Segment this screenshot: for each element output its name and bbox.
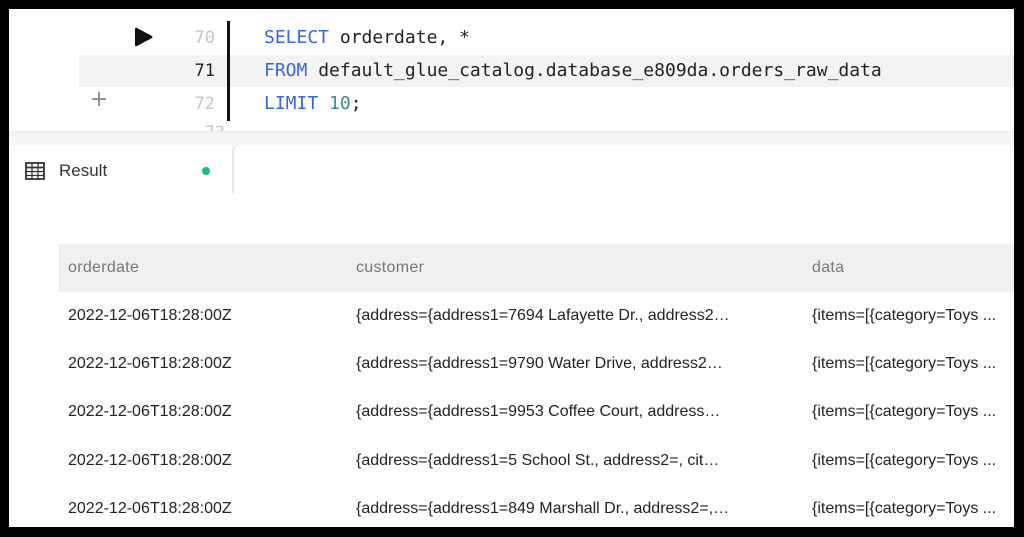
cell-data[interactable]: {items=[{category=Toys ... — [812, 437, 1014, 485]
table-row[interactable]: 2022-12-06T18:28:00Z {address={address1=… — [59, 388, 1014, 436]
sql-keyword: LIMIT — [264, 93, 319, 114]
column-header-customer[interactable]: customer — [356, 244, 796, 292]
cell-data[interactable]: {items=[{category=Toys ... — [812, 485, 1014, 527]
table-row[interactable]: 2022-12-06T18:28:00Z {address={address1=… — [59, 340, 1014, 388]
line-number: 71 — [194, 61, 215, 81]
status-dot — [202, 167, 210, 175]
column-header-orderdate[interactable]: orderdate — [68, 244, 338, 292]
cell-orderdate[interactable]: 2022-12-06T18:28:00Z — [68, 437, 338, 485]
table-header: orderdate customer data — [59, 244, 1014, 292]
table-row[interactable]: 2022-12-06T18:28:00Z {address={address1=… — [59, 437, 1014, 485]
cell-orderdate[interactable]: 2022-12-06T18:28:00Z — [68, 388, 338, 436]
cell-customer[interactable]: {address={address1=9790 Water Drive, add… — [356, 340, 796, 388]
cell-data[interactable]: {items=[{category=Toys ... — [812, 292, 1014, 340]
code-text[interactable]: LIMIT 10; — [264, 88, 362, 120]
screenshot-frame: 70 SELECT orderdate, * 71 FROM default_g… — [0, 0, 1024, 537]
line-number: 70 — [194, 28, 215, 48]
cell-orderdate[interactable]: 2022-12-06T18:28:00Z — [68, 340, 338, 388]
result-tab-bar: Result — [9, 131, 1014, 194]
sql-text: ; — [350, 93, 362, 114]
sql-text: orderdate, * — [329, 27, 470, 48]
table-row[interactable]: 2022-12-06T18:28:00Z {address={address1=… — [59, 292, 1014, 340]
cell-data[interactable]: {items=[{category=Toys ... — [812, 388, 1014, 436]
sql-keyword: SELECT — [264, 27, 330, 48]
column-header-data[interactable]: data — [812, 244, 1014, 292]
table-row[interactable]: 2022-12-06T18:28:00Z {address={address1=… — [59, 485, 1014, 527]
cell-orderdate[interactable]: 2022-12-06T18:28:00Z — [68, 292, 338, 340]
table-icon — [25, 162, 45, 180]
code-line-70[interactable]: 70 SELECT orderdate, * — [9, 22, 1014, 54]
line-number: 72 — [194, 94, 215, 114]
code-text[interactable]: FROM default_glue_catalog.database_e809d… — [264, 55, 882, 87]
gutter-divider — [227, 21, 230, 121]
cell-customer[interactable]: {address={address1=7694 Lafayette Dr., a… — [356, 292, 796, 340]
code-line-72[interactable]: 72 LIMIT 10; — [9, 88, 1014, 120]
code-line-71[interactable]: 71 FROM default_glue_catalog.database_e8… — [79, 55, 1014, 87]
sql-number: 10 — [329, 93, 351, 114]
sql-text: default_glue_catalog.database_e809da.ord… — [307, 60, 882, 81]
plus-icon[interactable]: + — [88, 89, 110, 111]
sql-editor[interactable]: 70 SELECT orderdate, * 71 FROM default_g… — [9, 9, 1014, 131]
cell-data[interactable]: {items=[{category=Toys ... — [812, 340, 1014, 388]
sql-keyword: FROM — [264, 60, 308, 81]
cell-customer[interactable]: {address={address1=5 School St., address… — [356, 437, 796, 485]
results-table: orderdate customer data 2022-12-06T18:28… — [9, 193, 1014, 527]
cell-orderdate[interactable]: 2022-12-06T18:28:00Z — [68, 485, 338, 527]
cell-customer[interactable]: {address={address1=849 Marshall Dr., add… — [356, 485, 796, 527]
tab-result-label[interactable]: Result — [59, 160, 107, 182]
code-text[interactable]: SELECT orderdate, * — [264, 22, 470, 54]
cell-customer[interactable]: {address={address1=9953 Coffee Court, ad… — [356, 388, 796, 436]
tab-bar-filler — [232, 145, 1014, 194]
